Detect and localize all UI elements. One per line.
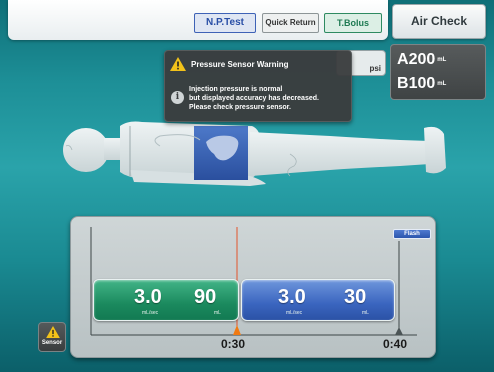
phase-b-block[interactable]: 3.0 mL/sec 30 mL	[241, 279, 395, 321]
phase-b-volume: 30	[344, 286, 367, 308]
warning-line-3: Please check pressure sensor.	[189, 104, 291, 111]
phase-b-rate-unit: mL/sec	[286, 310, 303, 316]
pressure-sensor-warning-dialog: Pressure Sensor Warning i Injection pres…	[164, 50, 352, 122]
phase-a-rate: 3.0	[134, 286, 162, 308]
phase-a-volume: 90	[194, 286, 217, 308]
phase-a-rate-unit: mL/sec	[142, 310, 159, 316]
warning-line-2: but displayed accuracy has decreased.	[189, 95, 319, 102]
warning-line-1: Injection pressure is normal	[189, 86, 283, 93]
phase-b-volume-unit: mL	[362, 310, 369, 316]
phase-a-volume-unit: mL	[214, 310, 221, 316]
sensor-warning-button[interactable]: Sensor	[38, 322, 66, 352]
end-marker-icon	[395, 327, 403, 335]
sensor-label: Sensor	[41, 340, 63, 346]
warning-title: Pressure Sensor Warning	[191, 60, 289, 69]
warning-icon	[170, 57, 186, 71]
info-icon: i	[171, 91, 184, 104]
phase-a-block[interactable]: 3.0 mL/sec 90 mL	[93, 279, 239, 321]
time-marker-icon	[233, 325, 241, 335]
injection-timeline-panel: Flash 3.0 mL/sec 90 mL 3.0 mL/sec 30 mL …	[70, 216, 436, 358]
warning-message: Injection pressure is normal but display…	[189, 85, 349, 112]
phase-b-rate: 3.0	[278, 286, 306, 308]
current-time-label: 0:30	[221, 337, 246, 351]
warning-icon	[46, 326, 60, 338]
body-silhouette	[63, 121, 446, 186]
end-time-label: 0:40	[383, 337, 408, 351]
flash-button[interactable]: Flash	[393, 229, 431, 239]
